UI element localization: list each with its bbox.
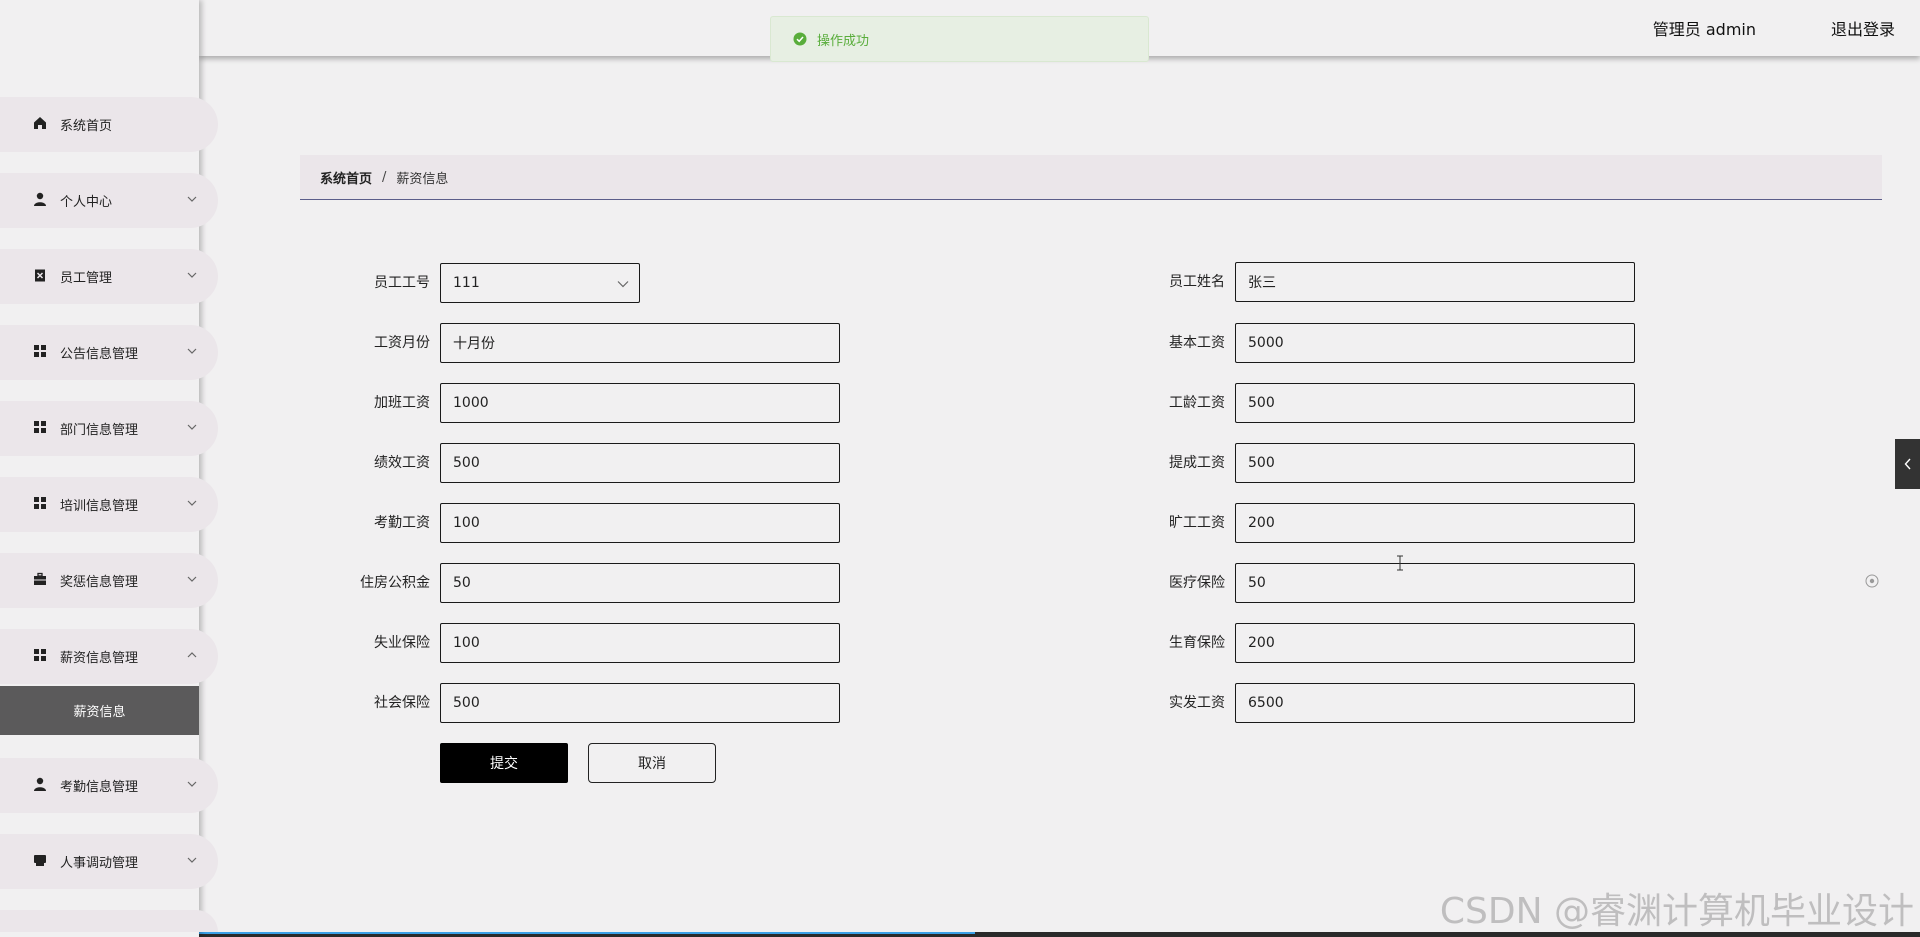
sidebar-item-label: 部门信息管理 [60, 423, 139, 438]
sidebar-subitem-salary-info[interactable]: 薪资信息 [0, 686, 199, 735]
employee-name-field[interactable] [1235, 262, 1635, 302]
net-salary-label: 实发工资 [1169, 695, 1225, 711]
performance-pay-label: 绩效工资 [374, 455, 430, 471]
chevron-up-icon [187, 652, 197, 658]
sidebar-item-label: 公告信息管理 [60, 347, 139, 362]
breadcrumb: 系统首页 / 薪资信息 [300, 155, 1882, 200]
watermark: CSDN @睿渊计算机毕业设计 [1439, 891, 1914, 932]
text-cursor-icon [1397, 555, 1403, 571]
sidebar-item-employee-management[interactable]: 员工管理 [0, 249, 218, 304]
maternity-insurance-label: 生育保险 [1169, 635, 1225, 651]
base-salary-label: 基本工资 [1169, 335, 1225, 351]
performance-pay-field[interactable] [440, 443, 840, 483]
salary-month-field[interactable] [440, 323, 840, 363]
logout-link[interactable]: 退出登录 [1831, 16, 1895, 40]
sidebar-item-label: 考勤信息管理 [60, 780, 139, 795]
sidebar-item-label: 人事调动管理 [60, 856, 139, 871]
bottom-bar [0, 932, 1920, 937]
sidebar-item-more[interactable] [0, 910, 218, 932]
commission-pay-field[interactable] [1235, 443, 1635, 483]
maternity-insurance-field[interactable] [1235, 623, 1635, 663]
check-circle-icon [793, 32, 807, 46]
attendance-pay-label: 考勤工资 [374, 515, 430, 531]
social-insurance-label: 社会保险 [374, 695, 430, 711]
sidebar-item-home[interactable]: 系统首页 [0, 97, 218, 152]
sidebar-item-label: 培训信息管理 [60, 499, 139, 514]
housing-fund-field[interactable] [440, 563, 840, 603]
medical-insurance-field[interactable] [1235, 563, 1635, 603]
overtime-pay-label: 加班工资 [374, 395, 430, 411]
chevron-left-icon [1904, 458, 1911, 470]
chevron-down-icon [187, 781, 197, 787]
sidebar-item-notice-management[interactable]: 公告信息管理 [0, 325, 218, 380]
chevron-down-icon [187, 424, 197, 430]
sidebar-item-training-management[interactable]: 培训信息管理 [0, 477, 218, 532]
success-toast: 操作成功 [770, 16, 1149, 62]
sidebar: 系统首页 个人中心 员工管理 公告信息管理 部门信息管理 培训信息管理 奖惩信息… [0, 0, 218, 937]
sidebar-item-label: 员工管理 [60, 271, 113, 286]
sidebar-item-label: 奖惩信息管理 [60, 575, 139, 590]
salary-month-label: 工资月份 [374, 335, 430, 351]
chevron-down-icon [187, 500, 197, 506]
unemployment-insurance-label: 失业保险 [374, 635, 430, 651]
sidebar-item-salary-management[interactable]: 薪资信息管理 [0, 629, 218, 684]
chevron-down-icon [617, 281, 629, 288]
employee-id-label: 员工工号 [374, 275, 430, 291]
net-salary-field[interactable] [1235, 683, 1635, 723]
sidebar-item-reward-management[interactable]: 奖惩信息管理 [0, 553, 218, 608]
grid-icon [34, 421, 46, 433]
home-icon [34, 117, 46, 129]
user-icon [34, 192, 46, 206]
chevron-down-icon [187, 857, 197, 863]
cancel-button[interactable]: 取消 [588, 743, 716, 783]
user-icon [34, 777, 46, 791]
chevron-down-icon [187, 576, 197, 582]
chevron-down-icon [187, 196, 197, 202]
sidebar-item-label: 个人中心 [60, 195, 113, 210]
grid-icon [34, 497, 46, 509]
social-insurance-field[interactable] [440, 683, 840, 723]
submit-button[interactable]: 提交 [440, 743, 568, 783]
clipboard-icon [35, 269, 45, 282]
commission-pay-label: 提成工资 [1169, 455, 1225, 471]
sidebar-item-personal-center[interactable]: 个人中心 [0, 173, 218, 228]
seniority-pay-field[interactable] [1235, 383, 1635, 423]
sidebar-item-department-management[interactable]: 部门信息管理 [0, 401, 218, 456]
housing-fund-label: 住房公积金 [360, 575, 430, 591]
unemployment-insurance-field[interactable] [440, 623, 840, 663]
employee-id-select[interactable]: 111 [440, 263, 640, 303]
seniority-pay-label: 工龄工资 [1169, 395, 1225, 411]
side-panel-toggle[interactable] [1895, 439, 1920, 489]
medical-insurance-label: 医疗保险 [1169, 575, 1225, 591]
briefcase-icon [34, 572, 46, 585]
breadcrumb-home[interactable]: 系统首页 [320, 168, 372, 187]
absence-deduction-label: 旷工工资 [1169, 515, 1225, 531]
base-salary-field[interactable] [1235, 323, 1635, 363]
grid-icon [34, 649, 46, 661]
tray-icon [34, 855, 46, 866]
grid-icon [34, 345, 46, 357]
overtime-pay-field[interactable] [440, 383, 840, 423]
toast-message: 操作成功 [817, 33, 870, 49]
chevron-down-icon [187, 272, 197, 278]
current-user: 管理员 admin [1652, 20, 1756, 39]
breadcrumb-current: 薪资信息 [396, 171, 449, 187]
employee-id-value: 111 [453, 275, 480, 291]
absence-deduction-field[interactable] [1235, 503, 1635, 543]
attendance-pay-field[interactable] [440, 503, 840, 543]
employee-name-label: 员工姓名 [1169, 274, 1225, 290]
breadcrumb-separator: / [382, 169, 387, 185]
sidebar-item-label: 系统首页 [60, 119, 113, 134]
sidebar-item-attendance-management[interactable]: 考勤信息管理 [0, 758, 218, 813]
scroll-indicator-icon[interactable] [1865, 574, 1879, 588]
chevron-down-icon [187, 348, 197, 354]
sidebar-item-label: 薪资信息管理 [60, 651, 139, 666]
sidebar-item-transfer-management[interactable]: 人事调动管理 [0, 834, 218, 889]
